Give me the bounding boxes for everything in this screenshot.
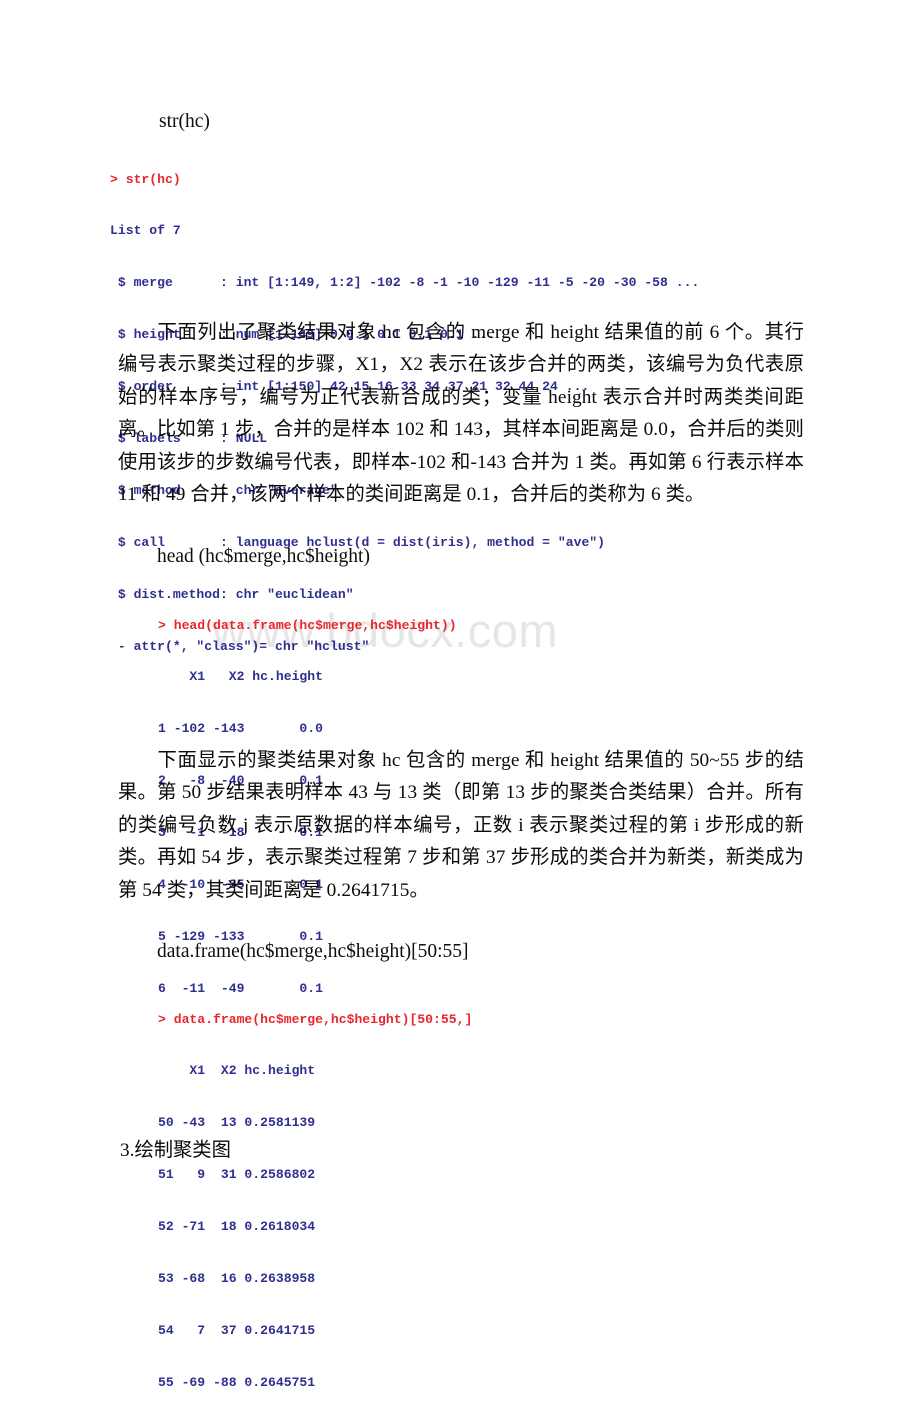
console-line: 1 -102 -143 0.0 (158, 721, 324, 737)
console-line: 55 -69 -88 0.2645751 (158, 1374, 316, 1390)
console-line: 51 9 31 0.2586802 (158, 1167, 316, 1183)
console-command: > data.frame(hc$merge,hc$height)[50:55,] (158, 1011, 473, 1027)
paragraph-steps-50-55-explanation: 下面显示的聚类结果对象 hc 包含的 merge 和 height 结果值的 5… (118, 745, 804, 907)
console-line: 54 7 37 0.2641715 (158, 1322, 316, 1338)
console-line: 52 -71 18 0.2618034 (158, 1219, 316, 1235)
console-command: > str(hc) (110, 171, 181, 187)
console-block-slice-output: > data.frame(hc$merge,hc$height)[50:55,]… (158, 976, 472, 1426)
console-command: > head(data.frame(hc$merge,hc$height)) (158, 617, 457, 633)
console-line: 50 -43 13 0.2581139 (158, 1115, 316, 1131)
document-page: www.bdocx.com str(hc) > str(hc) List of … (0, 0, 920, 1390)
console-line: 53 -68 16 0.2638958 (158, 1271, 316, 1287)
paragraph-text: 下面列出了聚类结果对象 hc 包含的 merge 和 height 结果值的前 … (118, 322, 804, 506)
console-line: List of 7 (110, 223, 181, 239)
code-heading-str-hc: str(hc) (159, 111, 210, 132)
console-line: X1 X2 hc.height (158, 1063, 316, 1079)
console-line: $ merge : int [1:149, 1:2] -102 -8 -1 -1… (110, 275, 700, 291)
code-heading-head-merge-height: head (hc$merge,hc$height) (157, 546, 370, 567)
paragraph-text: 下面显示的聚类结果对象 hc 包含的 merge 和 height 结果值的 5… (118, 750, 804, 901)
paragraph-merge-height-explanation: 下面列出了聚类结果对象 hc 包含的 merge 和 height 结果值的前 … (118, 317, 804, 511)
console-line: X1 X2 hc.height (158, 669, 324, 685)
section-heading-plot-cluster: 3.绘制聚类图 (120, 1140, 231, 1161)
code-heading-data-frame-slice: data.frame(hc$merge,hc$height)[50:55] (157, 941, 469, 962)
